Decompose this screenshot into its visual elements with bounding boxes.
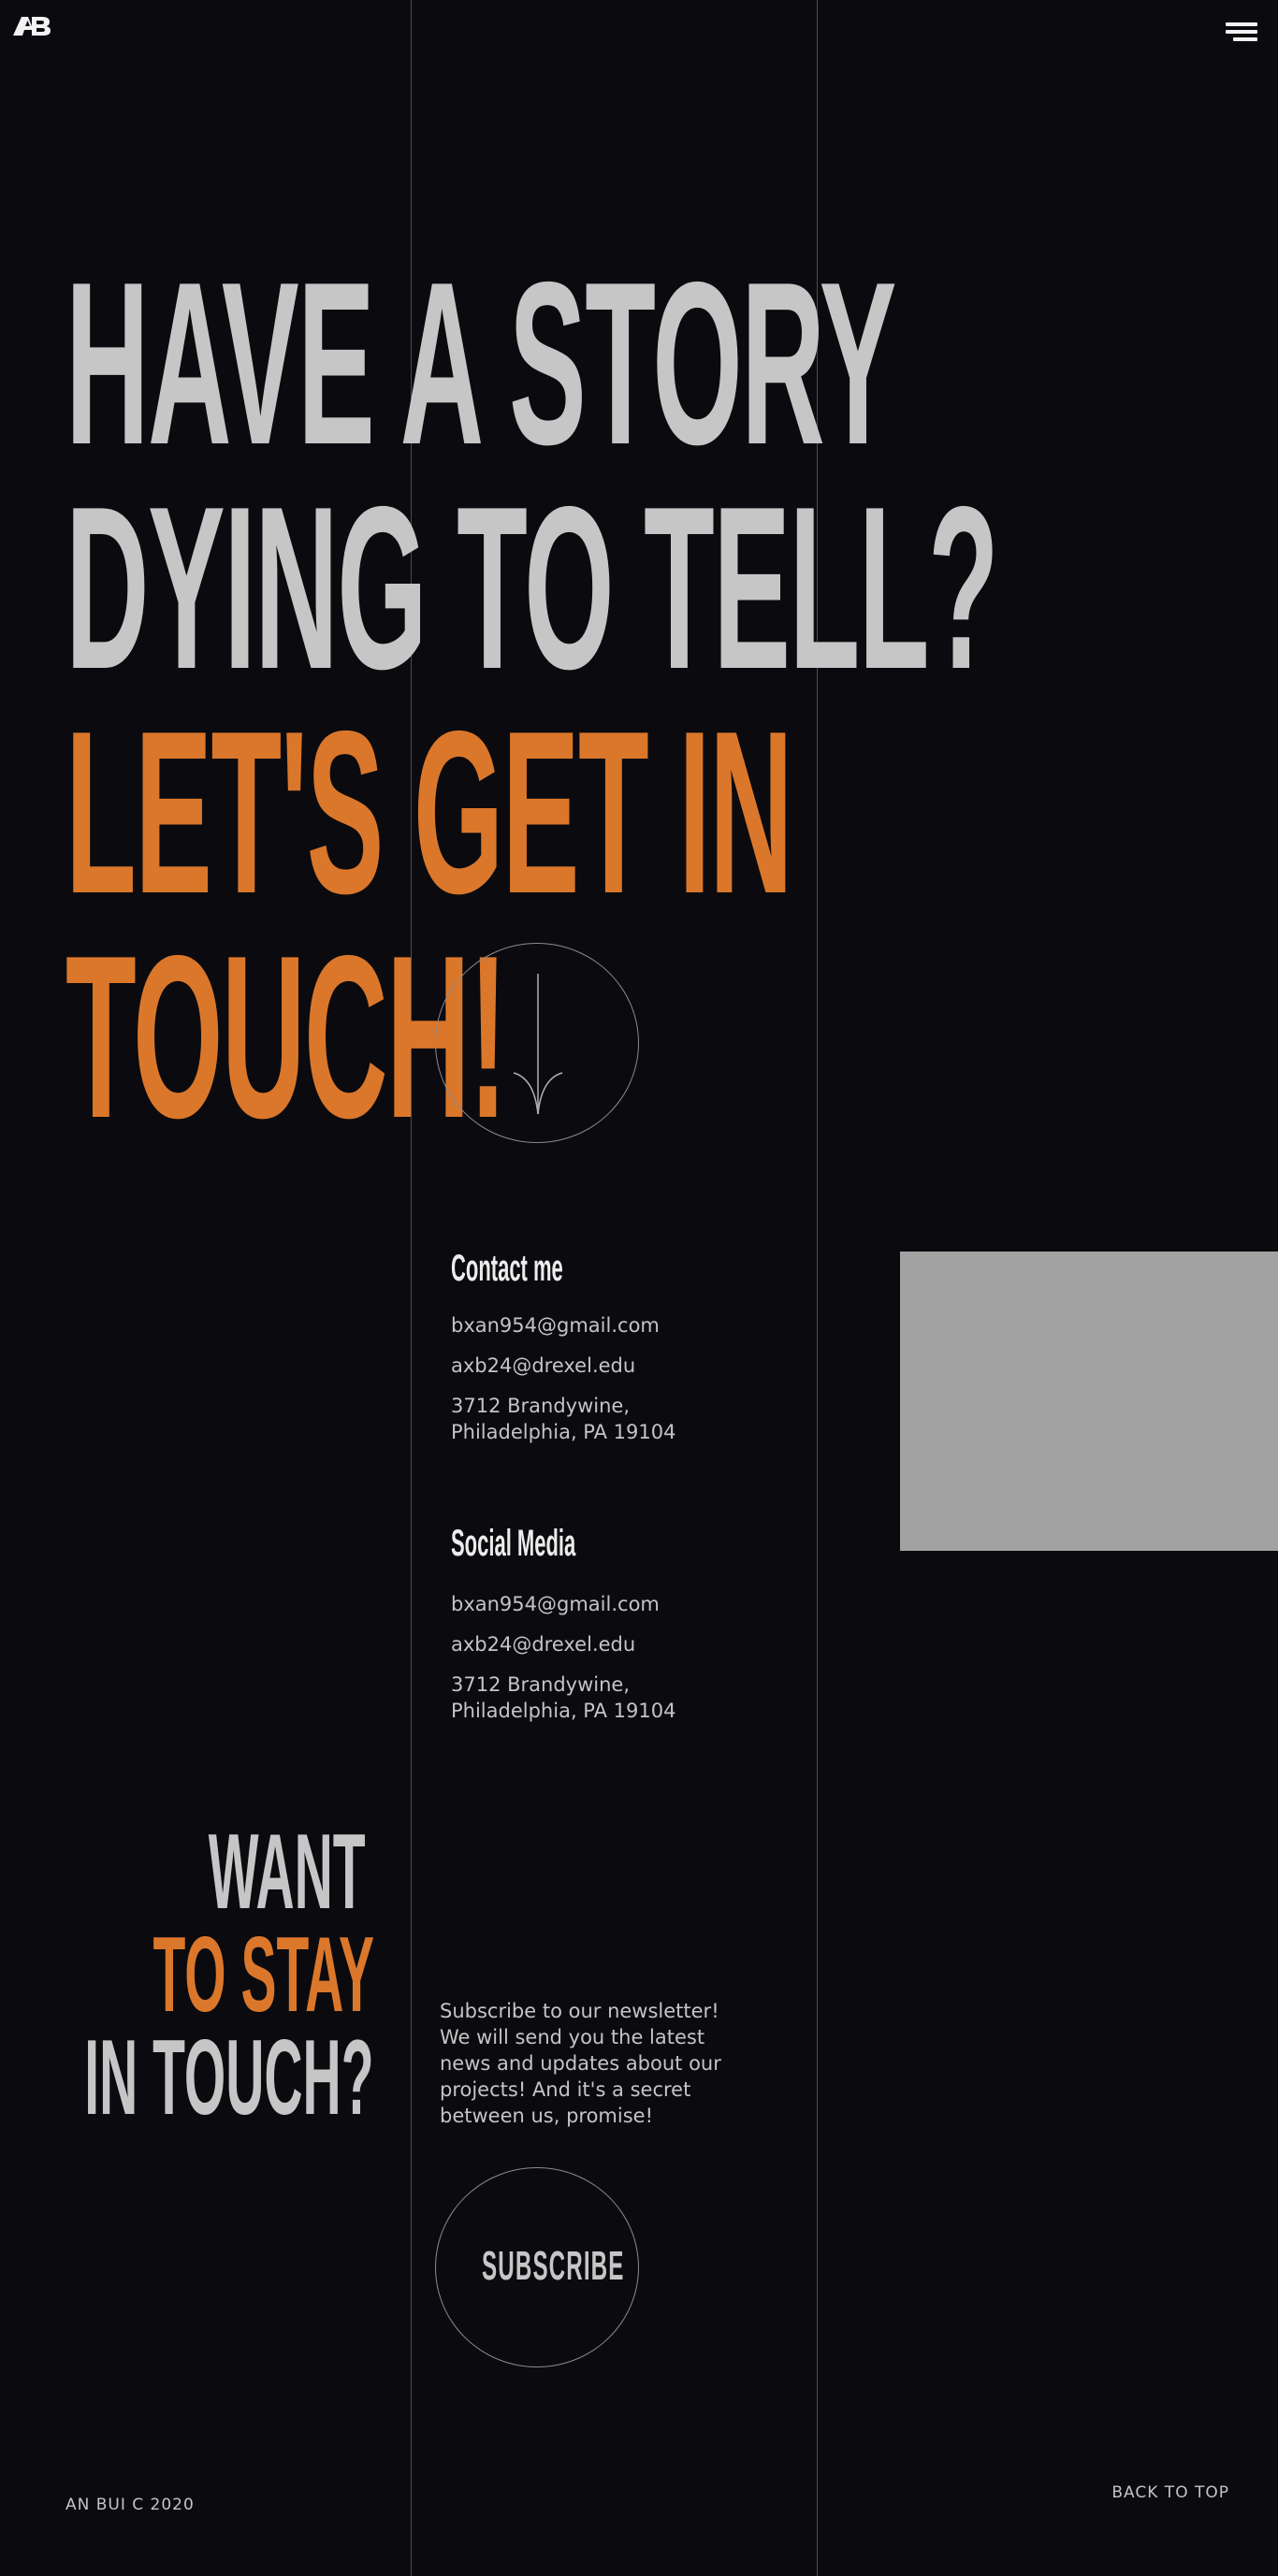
contact-address-line-1: 3712 Brandywine, <box>451 1395 631 1417</box>
social-email-drexel[interactable]: axb24@drexel.edu <box>451 1631 635 1657</box>
hero-heading-line-1: HAVE A STORY <box>65 233 896 493</box>
contact-address-line-2: Philadelphia, PA 19104 <box>451 1421 676 1443</box>
image-placeholder <box>900 1252 1278 1551</box>
newsletter-title-line-3: IN TOUCH? <box>84 2019 374 2137</box>
scroll-down-button[interactable] <box>435 943 639 1143</box>
subscribe-button[interactable]: SUBSCRIBE <box>435 2167 639 2367</box>
social-address-line-1: 3712 Brandywine, <box>451 1673 631 1696</box>
social-media-heading: Social Media <box>451 1523 576 1564</box>
newsletter-title-line-2: TO STAY <box>152 1916 374 2034</box>
newsletter-description: Subscribe to our newsletter! We will sen… <box>440 2000 721 2127</box>
hamburger-menu-icon[interactable] <box>1224 21 1259 43</box>
arrow-down-icon <box>513 974 563 1115</box>
contact-heading: Contact me <box>451 1248 563 1289</box>
social-email-gmail[interactable]: bxan954@gmail.com <box>451 1591 660 1617</box>
back-to-top-link[interactable]: BACK TO TOP <box>1111 2483 1229 2502</box>
hero-heading-line-2: DYING TO TELL? <box>65 457 999 717</box>
contact-email-gmail[interactable]: bxan954@gmail.com <box>451 1312 660 1339</box>
subscribe-label: SUBSCRIBE <box>482 2243 625 2289</box>
ab-logo-icon[interactable] <box>11 15 52 37</box>
newsletter-title-line-1: WANT <box>209 1813 366 1932</box>
footer-copyright: AN BUI C 2020 <box>65 2496 195 2514</box>
social-address-line-2: Philadelphia, PA 19104 <box>451 1700 676 1722</box>
hero-heading-line-3: LET'S GET IN <box>65 682 793 942</box>
contact-email-drexel[interactable]: axb24@drexel.edu <box>451 1353 635 1379</box>
